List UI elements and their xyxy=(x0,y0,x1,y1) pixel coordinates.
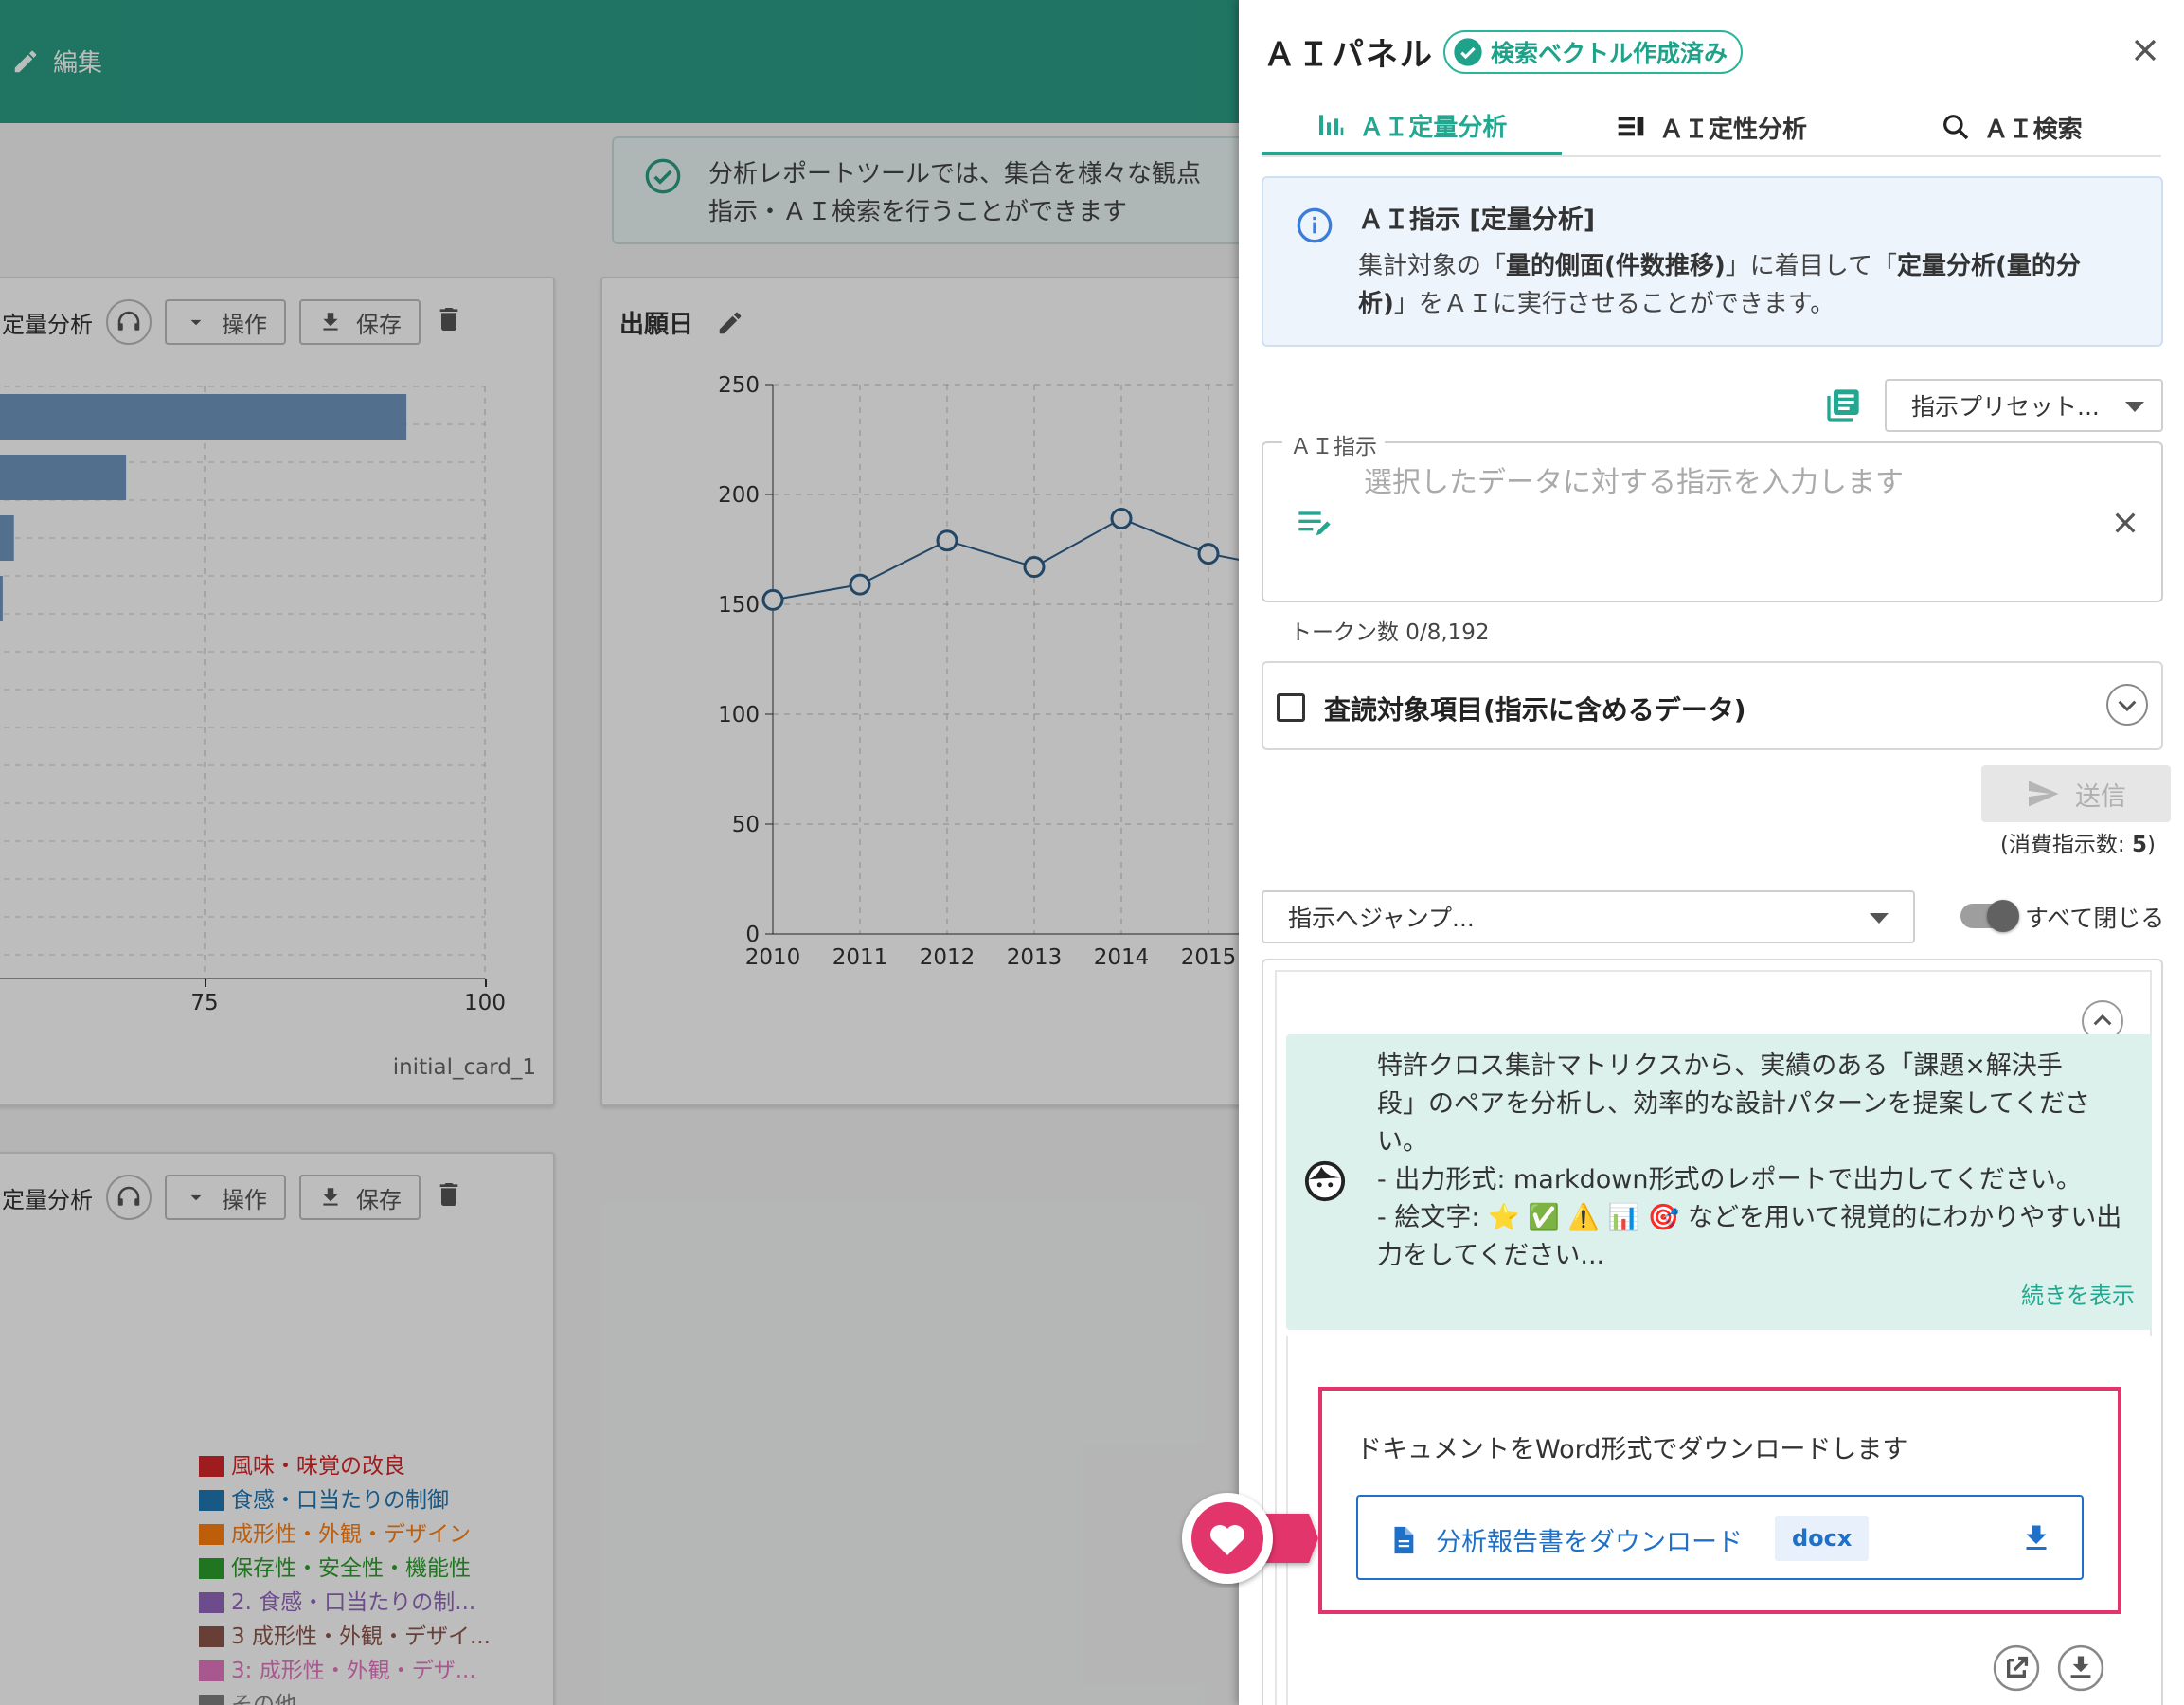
send-icon xyxy=(2029,781,2059,807)
prompt-line: - 絵文字: ⭐ ✅ ⚠️ 📊 🎯 などを用いて視覚的にわかりやすい出 xyxy=(1377,1203,2122,1232)
tab-label: ＡＩ検索 xyxy=(1983,115,2083,144)
field-label: ＡＩ指示 xyxy=(1282,428,1385,460)
info-bold: 析) xyxy=(1358,290,1394,318)
check-circle-icon xyxy=(1454,38,1482,66)
consumed-prefix: (消費指示数: xyxy=(1999,833,2132,857)
info-text: 集計対象の「 xyxy=(1358,252,1507,280)
collapse-all-toggle[interactable] xyxy=(1960,900,2019,932)
modal-overlay[interactable] xyxy=(0,0,1241,1705)
prompt-text: 特許クロス集計マトリクスから、実績のある「課題×解決手 段」のペアを分析し、効率… xyxy=(1377,1048,2135,1275)
close-icon[interactable] xyxy=(2129,34,2161,66)
review-label: 査読対象項目(指示に含めるデータ) xyxy=(1324,694,1746,726)
prompt-line: 特許クロス集計マトリクスから、実績のある「課題×解決手 xyxy=(1377,1051,2063,1081)
preset-label: 指示プリセット... xyxy=(1911,393,2100,421)
background-app: 編集 分析レポートツールでは、集合を様々な観点 指示・ＡＩ検索を行うことができま… xyxy=(0,0,1241,1705)
clear-icon[interactable] xyxy=(2110,508,2140,538)
collapse-all-label: すべて閉じる xyxy=(2025,905,2165,932)
info-bold: 定量分析(量的分 xyxy=(1897,252,2081,280)
consumed-value: 5 xyxy=(2132,833,2148,857)
heart-marker-icon xyxy=(1182,1493,1318,1584)
show-more-link[interactable]: 続きを表示 xyxy=(2021,1277,2135,1310)
consumed-count: (消費指示数: 5) xyxy=(2000,826,2156,858)
consumed-suffix: ) xyxy=(2147,833,2156,857)
send-button[interactable]: 送信 xyxy=(1981,765,2171,822)
panel-title: ＡＩパネル xyxy=(1263,36,1434,74)
download-icon xyxy=(2026,1525,2047,1550)
file-extension-badge: docx xyxy=(1775,1516,1870,1561)
download-file-button[interactable]: 分析報告書をダウンロード docx xyxy=(1356,1495,2084,1580)
user-prompt-bubble: 特許クロス集計マトリクスから、実績のある「課題×解決手 段」のペアを分析し、効率… xyxy=(1286,1034,2152,1330)
jump-label: 指示へジャンプ... xyxy=(1288,905,1475,932)
tab-search[interactable]: ＡＩ検索 xyxy=(1861,99,2161,155)
download-icon[interactable] xyxy=(2057,1644,2104,1692)
review-checkbox[interactable] xyxy=(1277,693,1305,722)
vector-status-label: 検索ベクトル作成済み xyxy=(1491,40,1728,67)
info-heading: ＡＩ指示 [定量分析] xyxy=(1358,206,1596,235)
ai-instruction-field[interactable]: ＡＩ指示 選択したデータに対する指示を入力します xyxy=(1262,428,2163,602)
info-text: 」をＡＩに実行させることができます。 xyxy=(1393,290,1835,318)
toggle-knob[interactable] xyxy=(1987,900,2019,932)
search-icon xyxy=(1942,115,1968,140)
review-items-accordion[interactable]: 査読対象項目(指示に含めるデータ) xyxy=(1262,661,2163,750)
tab-quantitative[interactable]: ＡＩ定量分析 xyxy=(1262,99,1562,155)
info-body: 集計対象の「量的側面(件数推移)」に着目して「定量分析(量的分析)」をＡＩに実行… xyxy=(1358,247,2139,323)
panel-tabs: ＡＩ定量分析 ＡＩ定性分析 ＡＩ検索 xyxy=(1262,99,2161,157)
download-message: ドキュメントをWord形式でダウンロードします xyxy=(1356,1435,1908,1464)
list-icon xyxy=(1618,117,1644,136)
info-text: 」に着目して「 xyxy=(1725,252,1898,280)
prompt-line: い。 xyxy=(1377,1127,1428,1157)
edit-note-icon xyxy=(1298,512,1331,536)
open-external-icon[interactable] xyxy=(1993,1644,2040,1692)
info-icon xyxy=(1297,207,1333,243)
token-count: トークン数 0/8,192 xyxy=(1290,620,1490,645)
jump-select[interactable]: 指示へジャンプ... xyxy=(1262,890,1915,943)
ai-instruction-info: ＡＩ指示 [定量分析] 集計対象の「量的側面(件数推移)」に着目して「定量分析(… xyxy=(1262,176,2163,347)
library-icon[interactable] xyxy=(1824,386,1862,424)
tab-label: ＡＩ定性分析 xyxy=(1659,115,1808,144)
chevron-down-icon[interactable] xyxy=(2106,684,2148,726)
caret-down-icon xyxy=(2125,402,2144,412)
prompt-line: 段」のペアを分析し、効率的な設計パターンを提案してくださ xyxy=(1377,1089,2091,1119)
bar-chart-icon xyxy=(1319,115,1344,135)
preset-select[interactable]: 指示プリセット... xyxy=(1885,379,2163,432)
tab-qualitative[interactable]: ＡＩ定性分析 xyxy=(1562,99,1862,155)
caret-down-icon xyxy=(1870,913,1889,924)
instruction-input[interactable]: 選択したデータに対する指示を入力します xyxy=(1364,458,1904,500)
vector-status-badge: 検索ベクトル作成済み xyxy=(1443,30,1744,74)
info-bold: 量的側面(件数推移) xyxy=(1506,252,1726,280)
user-avatar-icon xyxy=(1304,1160,1346,1202)
download-highlight: ドキュメントをWord形式でダウンロードします 分析報告書をダウンロード doc… xyxy=(1318,1387,2121,1614)
document-icon xyxy=(1394,1526,1414,1554)
download-file-label: 分析報告書をダウンロード xyxy=(1436,1528,1743,1557)
tab-label: ＡＩ定量分析 xyxy=(1359,113,1508,142)
prompt-line: - 出力形式: markdown形式のレポートで出力してください。 xyxy=(1377,1165,2082,1194)
prompt-line: 力をしてください... xyxy=(1377,1241,1605,1270)
send-label: 送信 xyxy=(2075,781,2126,812)
preset-row: 指示プリセット... xyxy=(1262,379,2163,432)
